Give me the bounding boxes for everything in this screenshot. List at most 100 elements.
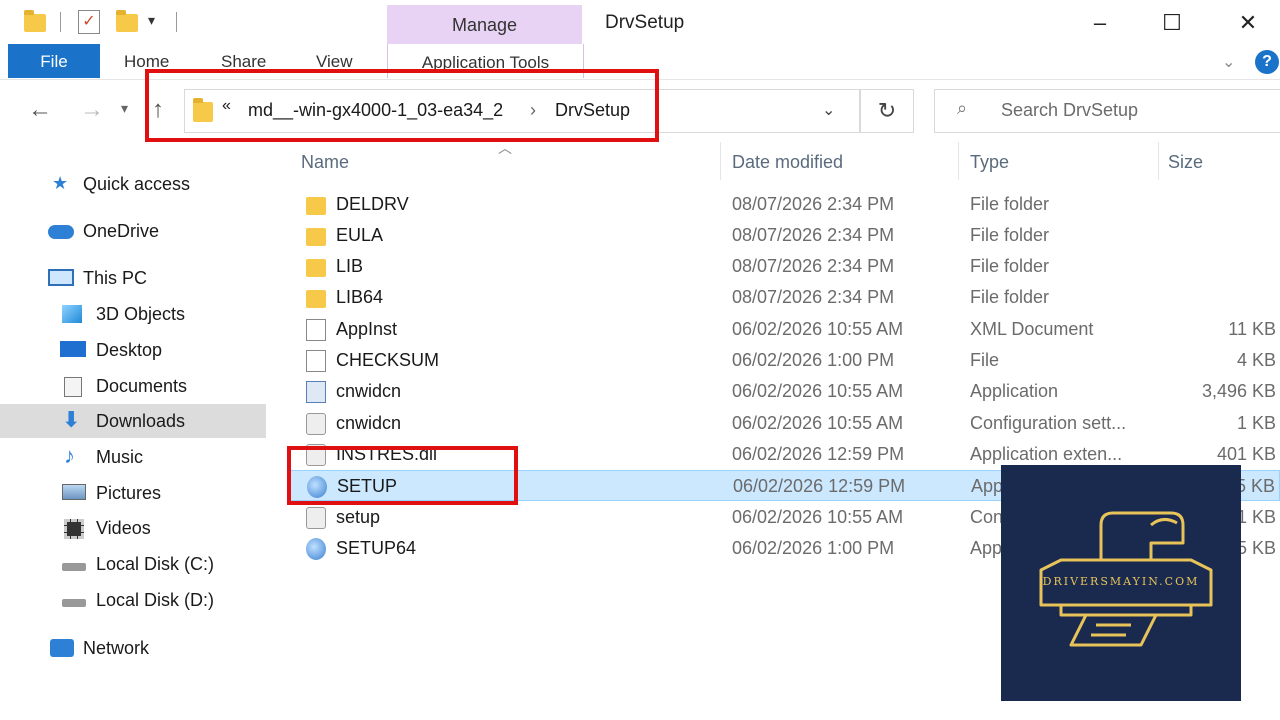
file-date: 06/02/2026 1:00 PM	[732, 350, 895, 370]
sidebar-item-label: Documents	[96, 376, 188, 396]
sidebar-item-3d-objects[interactable]: 3D Objects	[0, 297, 266, 331]
column-header-type[interactable]: Type	[970, 152, 1009, 173]
setup-disc-icon	[306, 538, 326, 560]
file-name: SETUP64	[336, 538, 417, 558]
back-arrow-icon[interactable]: ←	[28, 96, 52, 124]
sidebar-item-documents[interactable]: Documents	[0, 369, 266, 403]
folder-icon	[306, 290, 326, 308]
column-header-size[interactable]: Size	[1168, 152, 1203, 173]
column-header-name[interactable]: Name	[301, 152, 349, 173]
minimize-button[interactable]: –	[1080, 8, 1120, 38]
address-dropdown-chevron-icon[interactable]: ⌄	[822, 100, 835, 120]
document-icon	[306, 350, 326, 372]
folder-icon	[306, 197, 326, 215]
file-date: 06/02/2026 10:55 AM	[732, 381, 904, 401]
document-icon	[306, 319, 326, 341]
file-size: 11 KB	[1228, 319, 1276, 339]
file-size: 1 KB	[1236, 507, 1276, 527]
table-row[interactable]: cnwidcn 06/02/2026 10:55 AM Configuratio…	[290, 408, 1280, 439]
search-input[interactable]: ⌕ Search DrvSetup	[934, 89, 1280, 133]
close-button[interactable]: ✕	[1228, 8, 1268, 38]
file-date: 08/07/2026 2:34 PM	[732, 256, 895, 276]
help-icon[interactable]: ?	[1255, 50, 1279, 74]
sidebar-item-this-pc[interactable]: This PC	[0, 261, 266, 295]
customize-chevron-icon[interactable]: ▾	[148, 12, 155, 29]
file-date: 08/07/2026 2:34 PM	[732, 287, 895, 307]
music-note-icon: ♪	[64, 443, 75, 468]
file-size: 5 KB	[1235, 476, 1275, 496]
documents-icon	[64, 377, 82, 397]
file-name: DELDRV	[336, 194, 409, 214]
sidebar-item-videos[interactable]: Videos	[0, 511, 266, 545]
sidebar-item-label: Network	[83, 638, 150, 658]
file-date: 08/07/2026 2:34 PM	[732, 225, 895, 245]
search-placeholder: Search DrvSetup	[1001, 100, 1139, 120]
column-divider[interactable]	[958, 142, 959, 180]
address-highlight-box	[145, 69, 659, 142]
star-icon: ★	[52, 173, 69, 193]
window-title: DrvSetup	[605, 12, 685, 33]
setup-highlight-box	[287, 446, 518, 505]
pictures-icon	[62, 484, 86, 500]
file-name: LIB64	[336, 287, 384, 307]
table-row[interactable]: cnwidcn 06/02/2026 10:55 AM Application …	[290, 376, 1280, 407]
logo-text: DRIVERSMAYIN.COM	[1042, 575, 1200, 588]
sidebar-item-downloads[interactable]: ⬇ Downloads	[0, 404, 266, 438]
file-type: XML Document	[970, 319, 1094, 339]
table-row[interactable]: AppInst 06/02/2026 10:55 AM XML Document…	[290, 314, 1280, 345]
file-date: 06/02/2026 10:55 AM	[732, 507, 904, 527]
divider	[60, 12, 61, 32]
drive-icon	[62, 563, 86, 571]
table-row[interactable]: LIB64 08/07/2026 2:34 PM File folder	[290, 282, 1280, 313]
table-row[interactable]: CHECKSUM 06/02/2026 1:00 PM File 4 KB	[290, 345, 1280, 376]
refresh-icon: ↻	[877, 98, 897, 123]
sidebar-item-local-disk-d[interactable]: Local Disk (D:)	[0, 583, 266, 617]
sidebar-item-desktop[interactable]: Desktop	[0, 333, 266, 367]
sidebar-item-label: Local Disk (D:)	[96, 590, 215, 610]
column-divider[interactable]	[720, 142, 721, 180]
sidebar-item-music[interactable]: ♪ Music	[0, 440, 266, 474]
column-divider[interactable]	[1158, 142, 1159, 180]
recent-locations-chevron-icon[interactable]: ▾	[121, 100, 128, 117]
file-type: File	[970, 350, 1000, 370]
sidebar-item-quick-access[interactable]: ★ Quick access	[0, 167, 266, 201]
file-size: 1 KB	[1236, 413, 1276, 433]
sidebar-item-label: Pictures	[96, 483, 162, 503]
file-date: 06/02/2026 12:59 PM	[732, 444, 905, 464]
file-name: cnwidcn	[336, 413, 402, 433]
divider	[176, 12, 177, 32]
table-row[interactable]: LIB 08/07/2026 2:34 PM File folder	[290, 251, 1280, 282]
file-date: 06/02/2026 10:55 AM	[732, 319, 904, 339]
film-icon	[64, 519, 84, 539]
forward-arrow-icon[interactable]: →	[80, 96, 104, 124]
maximize-button[interactable]: ☐	[1152, 8, 1192, 38]
cube-icon	[62, 305, 82, 323]
tab-manage[interactable]: Manage	[387, 5, 582, 45]
sidebar-item-pictures[interactable]: Pictures	[0, 476, 266, 510]
download-arrow-icon: ⬇	[62, 407, 81, 432]
file-size: 3,496 KB	[1201, 381, 1276, 401]
settings-file-icon	[306, 507, 326, 529]
ribbon-expand-chevron-icon[interactable]: ⌄	[1222, 52, 1235, 72]
column-header-date[interactable]: Date modified	[732, 152, 843, 173]
sidebar-item-label: Desktop	[96, 340, 163, 360]
file-name: LIB	[336, 256, 364, 276]
sidebar-item-label: Music	[96, 447, 144, 467]
table-row[interactable]: EULA 08/07/2026 2:34 PM File folder	[290, 220, 1280, 251]
navigation-pane: ★ Quick access OneDrive This PC 3D Objec…	[0, 140, 270, 720]
sidebar-item-network[interactable]: Network	[0, 631, 266, 665]
sidebar-item-label: OneDrive	[83, 221, 160, 241]
network-icon	[50, 639, 74, 657]
sidebar-item-label: Downloads	[96, 411, 186, 431]
table-row[interactable]: DELDRV 08/07/2026 2:34 PM File folder	[290, 189, 1280, 220]
properties-icon[interactable]: ✓	[78, 10, 100, 34]
file-name: CHECKSUM	[336, 350, 440, 370]
file-date: 08/07/2026 2:34 PM	[732, 194, 895, 214]
sidebar-item-local-disk-c[interactable]: Local Disk (C:)	[0, 547, 266, 581]
refresh-button[interactable]: ↻	[860, 89, 914, 133]
sidebar-item-onedrive[interactable]: OneDrive	[0, 214, 266, 248]
sidebar-item-label: Local Disk (C:)	[96, 554, 215, 574]
file-name: cnwidcn	[336, 381, 402, 401]
tab-file[interactable]: File	[8, 44, 100, 78]
desktop-icon	[60, 341, 86, 357]
